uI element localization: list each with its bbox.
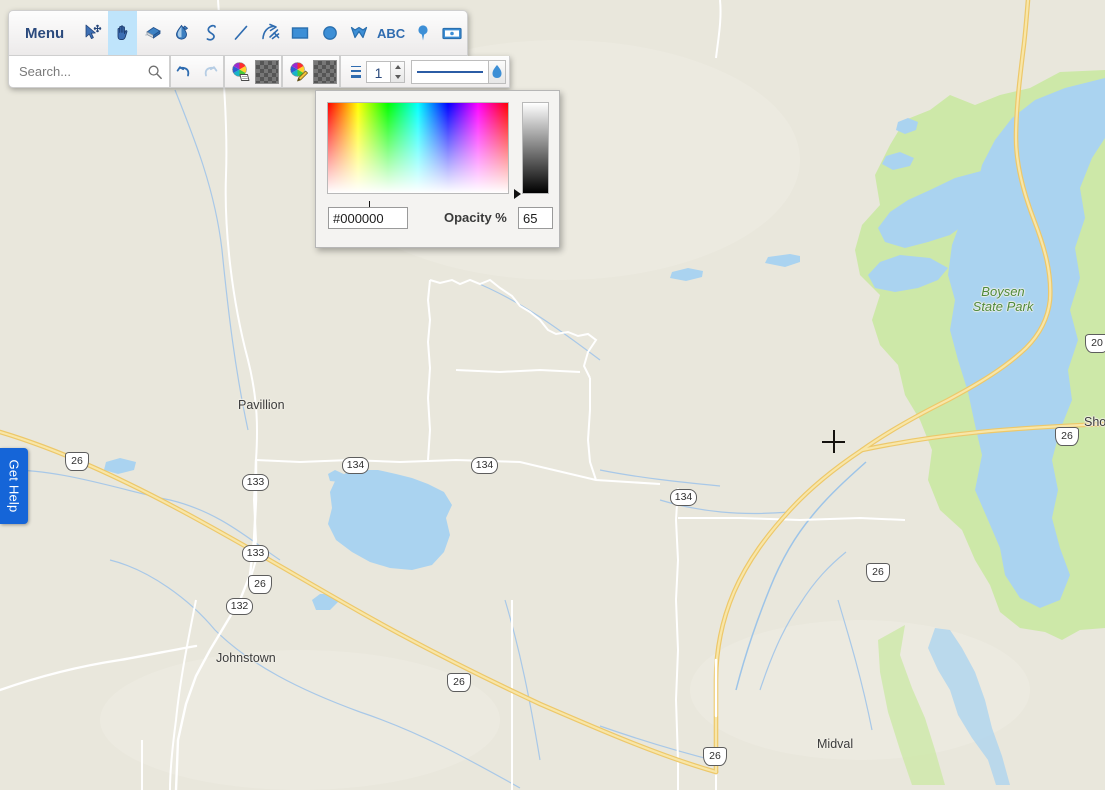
fill-color-group [224, 56, 282, 88]
fill-color-wheel-button[interactable] [227, 58, 255, 86]
chevron-up-icon [394, 64, 401, 69]
brightness-slider[interactable] [522, 102, 549, 194]
polygon-tool[interactable] [345, 11, 375, 55]
search-input[interactable] [17, 63, 147, 80]
undo-button[interactable] [171, 56, 197, 88]
eraser-icon [145, 27, 161, 39]
route-shield: 134 [342, 457, 369, 474]
hex-color-input[interactable] [328, 207, 408, 229]
route-shield: 26 [248, 575, 272, 594]
hand-icon [117, 25, 127, 41]
tool-row: Menu ABC [8, 10, 468, 56]
image-tool[interactable] [437, 11, 467, 55]
line-ending-icon [492, 64, 502, 78]
rectangle-tool[interactable] [285, 11, 315, 55]
eraser-tool[interactable] [137, 11, 167, 55]
map-marker-icon [418, 25, 428, 41]
route-shield: 132 [226, 598, 253, 615]
paint-bucket-tool[interactable] [167, 11, 197, 55]
ellipse-tool[interactable] [315, 11, 345, 55]
line-width-decrease-button[interactable] [391, 72, 404, 82]
menu-button-label: Menu [25, 24, 65, 42]
toolbar: Menu ABC Search... 1 [8, 10, 510, 88]
ellipse-icon [322, 26, 337, 40]
route-shield: 26 [866, 563, 890, 582]
route-shield: 134 [471, 457, 498, 474]
search-icon[interactable] [147, 64, 163, 80]
opacity-label: Opacity % [444, 210, 507, 225]
stroke-color-swatch[interactable] [313, 59, 337, 84]
line-style-sample [417, 70, 483, 73]
map-marker-tool[interactable] [408, 11, 438, 55]
arrow-arc-tool[interactable] [256, 11, 286, 55]
freehand-curve-tool[interactable] [197, 11, 227, 55]
route-shield: 133 [242, 545, 269, 562]
image-icon [442, 27, 462, 40]
line-width-icon [351, 65, 361, 78]
polygon-icon [351, 26, 368, 39]
brightness-slider-marker [514, 189, 521, 199]
line-tool[interactable] [226, 11, 256, 55]
color-picker-popup: Opacity % [315, 90, 560, 248]
line-icon [234, 25, 248, 40]
pan-hand-tool[interactable] [107, 11, 138, 55]
opacity-input[interactable] [518, 207, 553, 229]
route-shield: 26 [447, 673, 471, 692]
redo-icon [204, 65, 218, 76]
route-shield: 26 [1055, 427, 1079, 446]
color-wheel-stroke-icon [290, 61, 308, 81]
paint-bucket-icon [175, 24, 188, 40]
options-row: 1 [8, 56, 510, 88]
menu-button[interactable]: Menu [9, 11, 78, 55]
line-width-stepper[interactable] [390, 60, 405, 83]
rectangle-icon [292, 27, 309, 39]
stroke-color-wheel-button[interactable] [285, 58, 313, 86]
redo-button[interactable] [197, 56, 223, 88]
line-style-group: 1 [340, 56, 510, 88]
get-help-tab[interactable]: Get Help [0, 448, 28, 524]
saturation-value-area[interactable] [327, 102, 509, 216]
route-shield: 20 [1085, 334, 1105, 353]
history-group [170, 56, 224, 88]
route-shield: 133 [242, 474, 269, 491]
text-tool-label: ABC [376, 25, 406, 41]
undo-icon [176, 65, 190, 76]
stroke-color-group [282, 56, 340, 88]
line-ending-button[interactable] [489, 59, 506, 84]
line-style-preview[interactable] [411, 59, 489, 84]
arrow-arc-icon [261, 23, 279, 40]
freehand-curve-icon [206, 24, 217, 41]
select-move-icon [85, 24, 102, 39]
text-tool[interactable]: ABC [374, 11, 408, 55]
route-shield: 26 [65, 452, 89, 471]
get-help-label: Get Help [6, 459, 22, 513]
fill-color-swatch[interactable] [255, 59, 279, 84]
search-group [8, 56, 170, 88]
app-root: Pavillion Johnstown Midval Sho Boysen St… [0, 0, 1105, 790]
chevron-down-icon [394, 74, 401, 79]
color-wheel-fill-icon [232, 61, 250, 81]
line-width-value[interactable]: 1 [366, 60, 390, 83]
select-move-tool[interactable] [78, 11, 108, 55]
route-shield: 134 [670, 489, 697, 506]
route-shield: 26 [703, 747, 727, 766]
line-width-increase-button[interactable] [391, 62, 404, 72]
